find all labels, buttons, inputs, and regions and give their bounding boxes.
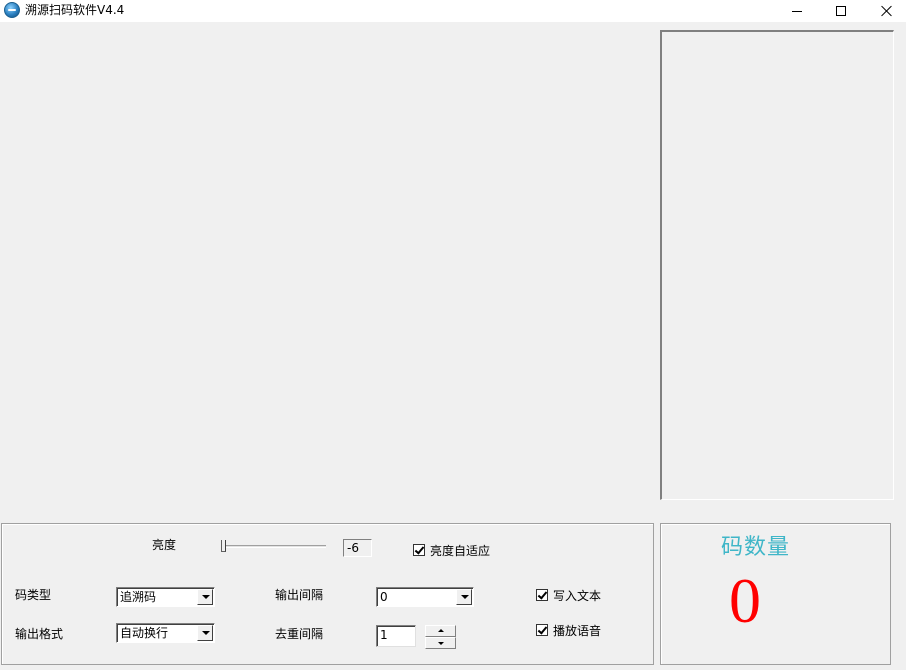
close-icon [881, 5, 893, 17]
write-text-label: 写入文本 [553, 589, 602, 603]
close-button[interactable] [864, 0, 906, 22]
code-type-select[interactable]: 追溯码 [116, 587, 215, 607]
code-count-title: 码数量 [721, 535, 791, 560]
auto-brightness-label: 亮度自适应 [430, 544, 491, 558]
spin-up-button[interactable] [425, 625, 456, 637]
play-voice-checkbox[interactable] [536, 624, 548, 636]
chevron-down-icon [438, 642, 444, 645]
camera-preview-area [0, 24, 656, 518]
title-bar[interactable]: 溯源扫码软件V4.4 [0, 0, 906, 22]
code-count-value: 0 [729, 565, 761, 636]
code-type-value: 追溯码 [120, 590, 157, 604]
window-title: 溯源扫码软件V4.4 [25, 3, 125, 17]
dedupe-interval-spinner[interactable] [425, 625, 456, 649]
chevron-down-icon [202, 631, 210, 635]
output-interval-value: 0 [380, 590, 388, 604]
output-interval-select[interactable]: 0 [376, 587, 474, 607]
output-format-select[interactable]: 自动换行 [116, 623, 215, 643]
dedupe-interval-label: 去重间隔 [275, 627, 324, 641]
brightness-label: 亮度 [152, 538, 177, 552]
auto-brightness-checkbox[interactable] [413, 544, 425, 556]
app-globe-icon [4, 2, 20, 18]
dedupe-interval-input[interactable]: 1 [376, 625, 416, 647]
minimize-button[interactable] [774, 0, 820, 22]
maximize-icon [836, 6, 846, 16]
spin-down-button[interactable] [425, 637, 456, 649]
brightness-value: -6 [343, 539, 372, 557]
scanned-codes-list[interactable] [660, 30, 894, 500]
brightness-slider-thumb[interactable] [221, 540, 226, 552]
chevron-down-icon [202, 595, 210, 599]
code-type-dropdown-button[interactable] [197, 589, 213, 605]
maximize-button[interactable] [818, 0, 864, 22]
minimize-icon [792, 10, 802, 12]
output-format-label: 输出格式 [15, 627, 64, 641]
play-voice-label: 播放语音 [553, 624, 602, 638]
output-format-value: 自动换行 [120, 626, 169, 640]
chevron-up-icon [438, 629, 444, 632]
output-interval-dropdown-button[interactable] [456, 589, 472, 605]
write-text-checkbox[interactable] [536, 589, 548, 601]
code-type-label: 码类型 [15, 588, 52, 602]
output-interval-label: 输出间隔 [275, 588, 324, 602]
chevron-down-icon [461, 595, 469, 599]
brightness-slider-track[interactable] [222, 545, 326, 548]
output-format-dropdown-button[interactable] [197, 625, 213, 641]
